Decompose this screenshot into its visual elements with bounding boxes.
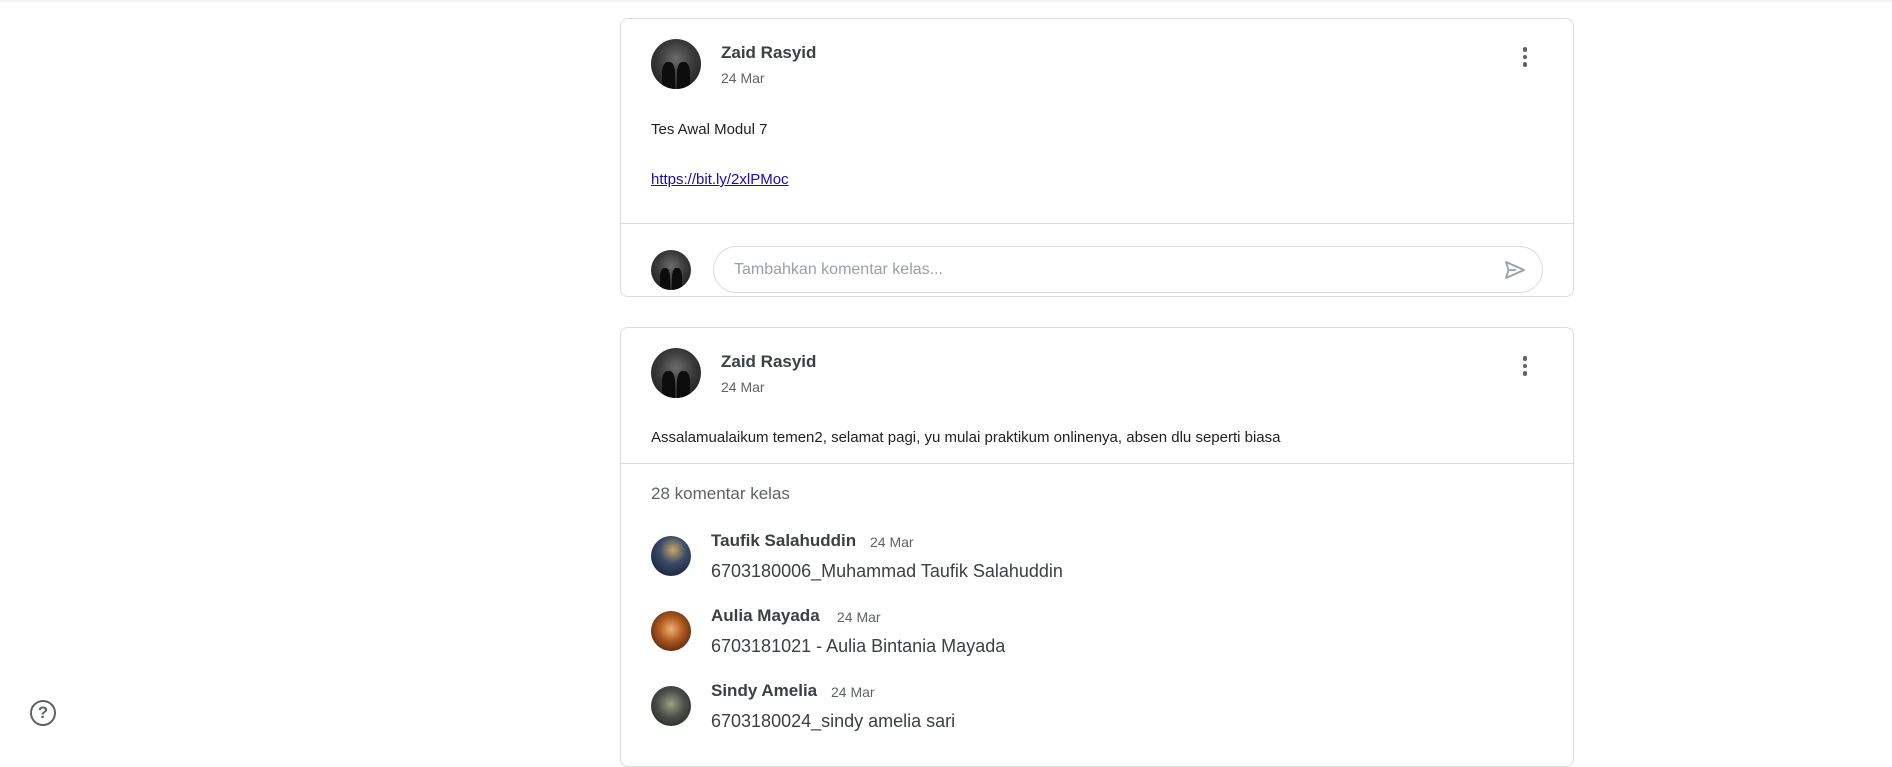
comment-item: Aulia Mayada 24 Mar 6703181021 - Aulia B…: [621, 606, 1573, 676]
post-text: Tes Awal Modul 7: [651, 121, 768, 138]
send-icon[interactable]: [1501, 258, 1529, 282]
commenter-avatar: [651, 536, 691, 576]
comment-date: 24 Mar: [870, 534, 914, 550]
comment-date: 24 Mar: [831, 684, 875, 700]
more-vert-icon: [1522, 47, 1528, 52]
commenter-name: Aulia Mayada: [711, 606, 820, 625]
post-body: Tes Awal Modul 7 https://bit.ly/2xlPMoc: [621, 89, 1573, 190]
post-date: 24 Mar: [721, 70, 765, 86]
post-link[interactable]: https://bit.ly/2xlPMoc: [651, 170, 789, 190]
user-avatar: [651, 250, 691, 290]
comment-composer: [621, 224, 1573, 296]
post-card-1: Zaid Rasyid 24 Mar Tes Awal Modul 7 http…: [620, 18, 1574, 297]
class-comments-count[interactable]: 28 komentar kelas: [651, 484, 790, 504]
commenter-name: Sindy Amelia: [711, 681, 818, 700]
commenter-name: Taufik Salahuddin: [711, 531, 857, 550]
comment-item: Taufik Salahuddin 24 Mar 6703180006_Muha…: [621, 531, 1573, 601]
post-header: Zaid Rasyid 24 Mar: [621, 328, 1573, 398]
comment-text: 6703181021 - Aulia Bintania Mayada: [711, 636, 1006, 656]
class-comment-input[interactable]: [713, 246, 1543, 293]
comment-item: Sindy Amelia 24 Mar 6703180024_sindy ame…: [621, 681, 1573, 751]
more-options-button[interactable]: [1513, 354, 1537, 378]
author-avatar[interactable]: [651, 348, 701, 398]
top-divider: [0, 0, 1892, 2]
post-author[interactable]: Zaid Rasyid: [721, 352, 816, 372]
comment-text: 6703180006_Muhammad Taufik Salahuddin: [711, 561, 1063, 581]
post-body: Assalamualaikum temen2, selamat pagi, yu…: [621, 398, 1573, 448]
post-author[interactable]: Zaid Rasyid: [721, 43, 816, 63]
card-divider: [621, 463, 1573, 464]
author-avatar[interactable]: [651, 39, 701, 89]
comment-text: 6703180024_sindy amelia sari: [711, 711, 956, 731]
help-icon[interactable]: ?: [30, 700, 56, 726]
comment-date: 24 Mar: [837, 609, 881, 625]
more-options-button[interactable]: [1513, 45, 1537, 69]
more-vert-icon: [1522, 356, 1528, 361]
post-header: Zaid Rasyid 24 Mar: [621, 19, 1573, 89]
post-date: 24 Mar: [721, 379, 765, 395]
post-card-2: Zaid Rasyid 24 Mar Assalamualaikum temen…: [620, 327, 1574, 767]
post-text: Assalamualaikum temen2, selamat pagi, yu…: [651, 429, 1281, 446]
commenter-avatar: [651, 611, 691, 651]
commenter-avatar: [651, 686, 691, 726]
